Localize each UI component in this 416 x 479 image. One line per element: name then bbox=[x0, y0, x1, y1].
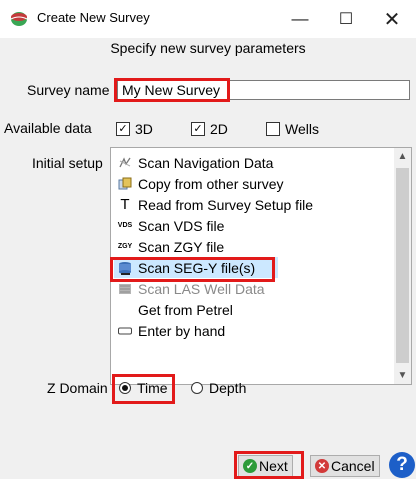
list-item-label: Scan ZGY file bbox=[138, 238, 225, 255]
cancel-button[interactable]: ✕ Cancel bbox=[310, 455, 380, 477]
navigation-icon bbox=[118, 156, 132, 170]
list-item-enter-by-hand[interactable]: Enter by hand bbox=[118, 320, 225, 341]
radio-time-label: Time bbox=[137, 380, 168, 396]
survey-app-icon bbox=[10, 11, 28, 27]
window-title: Create New Survey bbox=[37, 10, 150, 25]
cancel-button-label: Cancel bbox=[331, 458, 375, 474]
list-item-copy-survey[interactable]: Copy from other survey bbox=[118, 173, 284, 194]
list-item-label: Read from Survey Setup file bbox=[138, 196, 314, 213]
radio-depth-label: Depth bbox=[209, 380, 247, 396]
maximize-button[interactable]: ☐ bbox=[323, 2, 369, 36]
list-item-label: Scan SEG-Y file(s) bbox=[138, 259, 256, 276]
list-item-read-setup-file[interactable]: T Read from Survey Setup file bbox=[118, 194, 313, 215]
vds-icon: VDS bbox=[117, 222, 133, 229]
list-item-label: Enter by hand bbox=[138, 322, 226, 339]
next-button-label: Next bbox=[259, 458, 288, 474]
list-item-label: Scan LAS Well Data bbox=[138, 280, 265, 297]
radio-depth-dot[interactable] bbox=[191, 382, 203, 394]
checkbox-wells[interactable]: Wells bbox=[266, 119, 319, 139]
checkbox-wells-label: Wells bbox=[285, 121, 319, 137]
dialog-subtitle: Specify new survey parameters bbox=[110, 40, 306, 56]
checkbox-2d-label: 2D bbox=[210, 121, 228, 137]
cancel-icon: ✕ bbox=[315, 459, 329, 473]
scroll-down-arrow-icon[interactable]: ▼ bbox=[394, 367, 411, 384]
initial-setup-label: Initial setup bbox=[32, 155, 103, 171]
checkbox-2d[interactable]: ✓ 2D bbox=[191, 119, 228, 139]
checkmark-icon: ✓ bbox=[243, 459, 257, 473]
checkbox-3d-label: 3D bbox=[135, 121, 153, 137]
survey-name-field[interactable]: My New Survey bbox=[117, 80, 410, 100]
minimize-button[interactable]: — bbox=[277, 2, 323, 36]
list-item-scan-vds[interactable]: VDS Scan VDS file bbox=[117, 215, 225, 236]
keyboard-icon bbox=[118, 324, 132, 338]
available-data-label: Available data bbox=[4, 120, 92, 136]
list-item-get-from-petrel[interactable]: Get from Petrel bbox=[138, 299, 233, 320]
close-button[interactable]: ✕ bbox=[369, 2, 415, 36]
help-button[interactable]: ? bbox=[389, 452, 415, 478]
next-button[interactable]: ✓ Next bbox=[238, 455, 293, 477]
scrollbar-thumb[interactable] bbox=[396, 168, 409, 363]
radio-time[interactable]: Time bbox=[119, 378, 168, 398]
checkbox-3d[interactable]: ✓ 3D bbox=[116, 119, 153, 139]
list-item-label: Copy from other survey bbox=[138, 175, 284, 192]
zgy-icon: ZGY bbox=[117, 243, 133, 250]
list-item-scan-segy[interactable]: Scan SEG-Y file(s) bbox=[114, 257, 278, 278]
z-domain-label: Z Domain bbox=[47, 380, 108, 396]
segy-icon bbox=[118, 261, 132, 275]
initial-setup-list[interactable]: Scan Navigation Data Copy from other sur… bbox=[110, 147, 412, 385]
list-item-label: Scan Navigation Data bbox=[138, 154, 274, 171]
text-icon: T bbox=[120, 196, 130, 213]
checkbox-wells-box[interactable] bbox=[266, 122, 280, 136]
radio-time-dot[interactable] bbox=[119, 382, 131, 394]
list-item-label: Scan VDS file bbox=[138, 217, 225, 234]
list-item-scan-navigation[interactable]: Scan Navigation Data bbox=[118, 152, 273, 173]
radio-depth[interactable]: Depth bbox=[191, 378, 246, 398]
checkbox-2d-box[interactable]: ✓ bbox=[191, 122, 205, 136]
las-icon bbox=[118, 282, 132, 296]
copy-icon bbox=[118, 177, 132, 191]
list-item-scan-zgy[interactable]: ZGY Scan ZGY file bbox=[118, 236, 224, 257]
survey-name-label: Survey name bbox=[27, 82, 110, 98]
title-bar: Create New Survey — ☐ ✕ bbox=[0, 0, 416, 38]
list-item-label: Get from Petrel bbox=[138, 301, 233, 318]
list-scrollbar[interactable]: ▲ ▼ bbox=[394, 148, 411, 384]
list-item-scan-las: Scan LAS Well Data bbox=[118, 278, 265, 299]
checkbox-3d-box[interactable]: ✓ bbox=[116, 122, 130, 136]
scroll-up-arrow-icon[interactable]: ▲ bbox=[394, 148, 411, 165]
